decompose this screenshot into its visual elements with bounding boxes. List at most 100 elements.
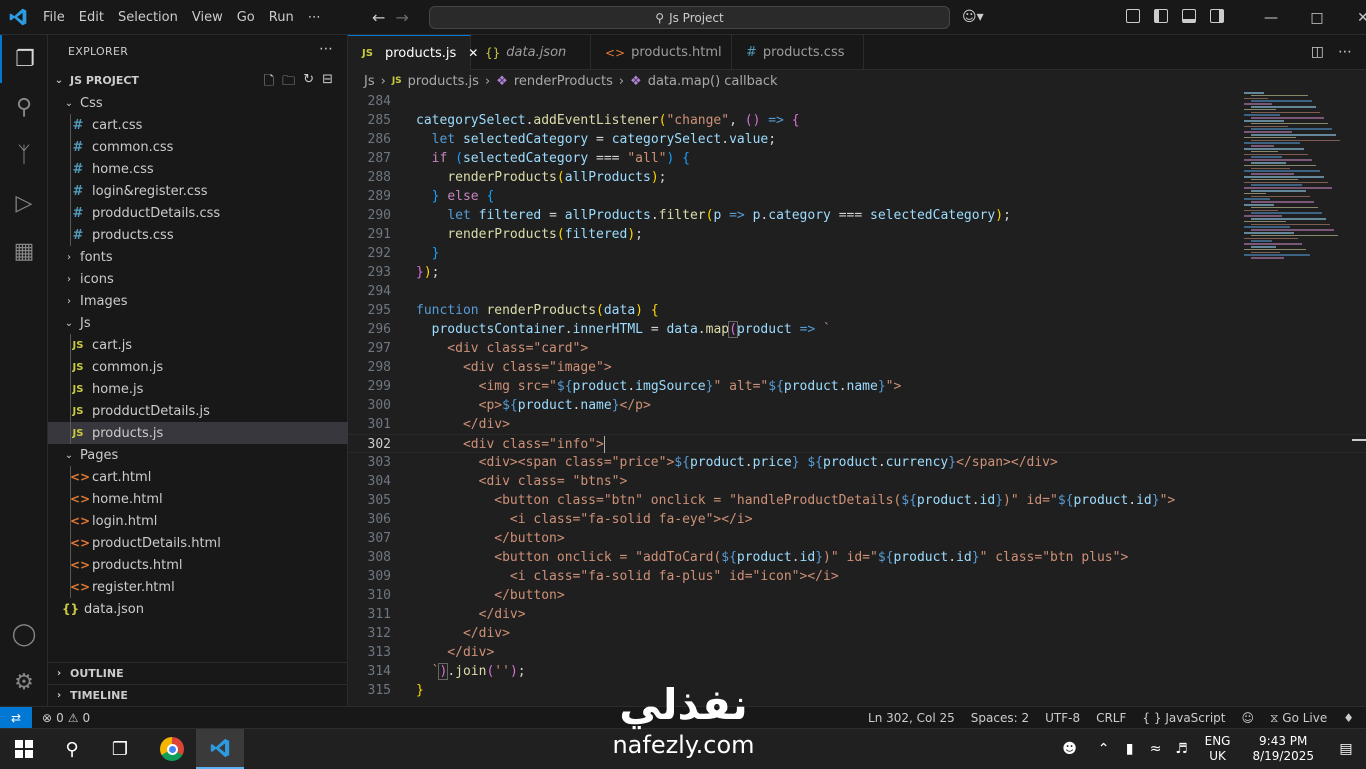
breadcrumb-function[interactable]: renderProducts (514, 74, 613, 89)
tree-file[interactable]: # home.css (48, 158, 348, 180)
customize-layout-icon[interactable] (1126, 9, 1140, 23)
encoding[interactable]: UTF-8 (1045, 711, 1080, 725)
windows-start-icon[interactable] (0, 729, 48, 769)
tree-folder[interactable]: › icons (48, 268, 348, 290)
breadcrumb-file[interactable]: products.js (408, 74, 479, 89)
code-editor[interactable]: 284 285 categorySelect.addEventListener("… (348, 92, 1366, 706)
toggle-panel-icon[interactable] (1182, 9, 1196, 23)
remote-indicator-icon[interactable]: ⇄ (0, 706, 32, 729)
minimap-line (1244, 237, 1298, 240)
tree-folder[interactable]: ⌄ Js (48, 312, 348, 334)
accounts-icon[interactable]: ◯ (0, 610, 48, 658)
search-icon[interactable]: ⚲ (0, 83, 48, 131)
tree-file[interactable]: JS home.js (48, 378, 348, 400)
tree-folder[interactable]: ⌄ Css (48, 92, 348, 114)
task-view-icon[interactable]: ❐ (96, 729, 144, 769)
volume-icon[interactable]: ♬ (1169, 741, 1195, 757)
new-folder-icon[interactable]: 🗀 (282, 72, 295, 94)
outline-section[interactable]: › OUTLINE (48, 662, 348, 684)
back-arrow-icon[interactable]: ← (372, 8, 385, 27)
notifications-icon[interactable]: ▤ (1326, 741, 1366, 757)
tree-file[interactable]: <> login.html (48, 510, 348, 532)
tree-file[interactable]: # cart.css (48, 114, 348, 136)
tree-file[interactable]: <> register.html (48, 576, 348, 598)
timeline-section[interactable]: › TIMELINE (48, 684, 348, 706)
more-actions-icon[interactable]: ⋯ (1338, 44, 1352, 60)
minimap[interactable] (1244, 92, 1350, 262)
refresh-icon[interactable]: ↻ (303, 72, 314, 94)
maximize-icon[interactable]: □ (1294, 0, 1340, 35)
vscode-taskbar-icon[interactable] (196, 729, 244, 769)
chevron-up-icon[interactable]: ⌃ (1091, 741, 1117, 757)
menu-edit[interactable]: Edit (72, 0, 111, 35)
menu-run[interactable]: Run (262, 0, 301, 35)
clock-date: 8/19/2025 (1252, 749, 1314, 763)
toggle-secondary-sidebar-icon[interactable] (1210, 9, 1224, 23)
tree-file[interactable]: # common.css (48, 136, 348, 158)
minimize-icon[interactable]: — (1248, 0, 1294, 35)
manage-gear-icon[interactable]: ⚙ (0, 658, 48, 706)
menu-file[interactable]: File (36, 0, 72, 35)
minimap-line (1244, 148, 1304, 150)
tree-folder[interactable]: ⌄ Pages (48, 444, 348, 466)
taskbar-search-icon[interactable]: ⚲ (48, 729, 96, 769)
run-debug-icon[interactable]: ▷ (0, 179, 48, 227)
menu-more[interactable]: ⋯ (301, 0, 328, 35)
line-ending[interactable]: CRLF (1096, 711, 1126, 725)
new-file-icon[interactable]: 🗋 (264, 72, 274, 94)
tree-file[interactable]: JS cart.js (48, 334, 348, 356)
problems-indicator[interactable]: ⊗ 0 ⚠ 0 (42, 711, 90, 725)
tree-file[interactable]: <> home.html (48, 488, 348, 510)
menu-go[interactable]: Go (230, 0, 262, 35)
collapse-all-icon[interactable]: ⊟ (322, 72, 333, 94)
tree-file[interactable]: <> products.html (48, 554, 348, 576)
tree-folder[interactable]: › Images (48, 290, 348, 312)
breadcrumb-folder[interactable]: Js (364, 74, 375, 89)
tab-products-html[interactable]: <> products.html (591, 35, 732, 70)
tab-products-css[interactable]: # products.css (732, 35, 864, 70)
tree-file[interactable]: JS prodductDetails.js (48, 400, 348, 422)
copilot-icon[interactable]: ☺▾ (962, 9, 984, 25)
people-icon[interactable]: ☻ (1057, 741, 1083, 757)
tree-folder[interactable]: › fonts (48, 246, 348, 268)
language-indicator[interactable]: ENG UK (1205, 734, 1231, 764)
tree-file[interactable]: # login&register.css (48, 180, 348, 202)
tree-file[interactable]: {} data.json (48, 598, 348, 620)
extensions-icon[interactable]: ▦ (0, 227, 48, 275)
tree-file[interactable]: <> cart.html (48, 466, 348, 488)
copilot-status-icon[interactable]: ☺ (1241, 711, 1254, 725)
cursor-position[interactable]: Ln 302, Col 25 (868, 711, 955, 725)
status-right: Ln 302, Col 25 Spaces: 2 UTF-8 CRLF { } … (868, 707, 1354, 729)
vscode-logo-icon (9, 8, 27, 26)
minimap-line (1244, 142, 1300, 144)
tab-data-json[interactable]: {} data.json (471, 35, 591, 70)
breadcrumb-callback[interactable]: data.map() callback (648, 74, 778, 89)
source-control-icon[interactable]: ᛉ (0, 131, 48, 179)
close-icon[interactable]: ✕ (1340, 0, 1366, 35)
clock[interactable]: 9:43 PM 8/19/2025 (1252, 734, 1314, 764)
tree-file[interactable]: JS common.js (48, 356, 348, 378)
line-number: 301 (367, 417, 391, 432)
toggle-primary-sidebar-icon[interactable] (1154, 9, 1168, 23)
vertical-scrollbar[interactable] (1352, 92, 1366, 706)
tree-file[interactable]: JS products.js (48, 422, 348, 444)
menu-selection[interactable]: Selection (111, 0, 185, 35)
tree-file[interactable]: <> productDetails.html (48, 532, 348, 554)
tree-file[interactable]: # products.css (48, 224, 348, 246)
notifications-bell-icon[interactable]: ♦ (1343, 711, 1354, 725)
battery-icon[interactable]: ▮ (1117, 741, 1143, 757)
explorer-icon[interactable]: ❐ (0, 35, 48, 83)
split-editor-icon[interactable]: ◫ (1311, 44, 1324, 60)
code-line: `).join(''); (416, 663, 526, 680)
tree-file[interactable]: # prodductDetails.css (48, 202, 348, 224)
indentation[interactable]: Spaces: 2 (971, 711, 1029, 725)
menu-view[interactable]: View (185, 0, 230, 35)
language-mode[interactable]: { } JavaScript (1142, 711, 1225, 725)
go-live-button[interactable]: ⧖ Go Live (1270, 711, 1327, 726)
forward-arrow-icon[interactable]: → (395, 8, 408, 27)
chrome-icon[interactable] (148, 729, 196, 769)
command-center-search[interactable]: ⚲ Js Project (429, 6, 950, 29)
more-actions-icon[interactable]: ⋯ (319, 41, 333, 57)
wifi-icon[interactable]: ≈ (1143, 741, 1169, 757)
tab-products-js[interactable]: JS products.js ✕ (348, 35, 478, 70)
